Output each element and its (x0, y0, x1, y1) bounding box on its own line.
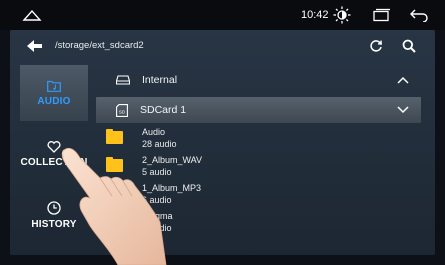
brightness-icon[interactable] (332, 0, 352, 30)
folder-count: 6 audio (142, 195, 172, 205)
clock-time: 10:42 (301, 9, 329, 21)
folder-name: Audio (142, 127, 166, 137)
folder-icon (106, 129, 123, 144)
list-item[interactable]: Enigma 2 audio (106, 209, 406, 235)
sdcard-icon: SD (116, 103, 128, 117)
sidebar-item-history[interactable]: HISTORY (20, 190, 88, 240)
home-icon[interactable] (20, 0, 44, 30)
list-item[interactable]: 1_Album_MP3 6 audio (106, 181, 406, 207)
folder-icon (106, 185, 123, 200)
path-bar: /storage/ext_sdcard2 (10, 30, 435, 62)
sidebar-item-label: HISTORY (31, 218, 77, 230)
refresh-icon[interactable] (367, 38, 385, 54)
folder-name: Enigma (142, 211, 173, 221)
status-bar: 10:42 (0, 0, 445, 30)
folder-name: 1_Album_MP3 (142, 183, 202, 193)
storage-label: SDCard 1 (140, 104, 187, 116)
storage-label: Internal (142, 74, 178, 86)
file-browser-screen: /storage/ext_sdcard2 AUDIO COLLECTION HI… (10, 30, 435, 255)
recent-apps-icon[interactable] (369, 0, 393, 30)
music-folder-icon (47, 80, 61, 92)
chevron-up-icon[interactable] (397, 67, 409, 93)
category-sidebar: AUDIO COLLECTION HISTORY (20, 65, 88, 245)
drive-icon (116, 75, 130, 85)
back-icon[interactable] (407, 0, 431, 30)
chevron-down-icon[interactable] (397, 97, 409, 123)
current-path: /storage/ext_sdcard2 (55, 40, 144, 51)
clock-icon (47, 200, 61, 215)
list-item[interactable]: Audio 28 audio (106, 125, 406, 151)
folder-icon (106, 213, 123, 228)
sidebar-item-collection[interactable]: COLLECTION (20, 129, 88, 179)
search-icon[interactable] (400, 37, 418, 55)
heart-icon (47, 140, 61, 153)
sidebar-item-label: COLLECTION (20, 156, 88, 168)
storage-list: Internal SD SDCard 1 Audio 28 audio 2_Al… (90, 65, 435, 255)
sidebar-item-audio[interactable]: AUDIO (20, 65, 88, 121)
folder-icon (106, 157, 123, 172)
svg-text:SD: SD (119, 109, 126, 114)
storage-sdcard-row[interactable]: SD SDCard 1 (96, 97, 421, 123)
folder-count: 2 audio (142, 223, 172, 233)
folder-count: 5 audio (142, 167, 172, 177)
folder-count: 28 audio (142, 139, 177, 149)
list-item[interactable]: 2_Album_WAV 5 audio (106, 153, 406, 179)
sidebar-item-label: AUDIO (37, 95, 71, 107)
storage-internal-row[interactable]: Internal (96, 67, 421, 93)
back-arrow-icon[interactable] (24, 38, 46, 54)
folder-name: 2_Album_WAV (142, 155, 203, 165)
